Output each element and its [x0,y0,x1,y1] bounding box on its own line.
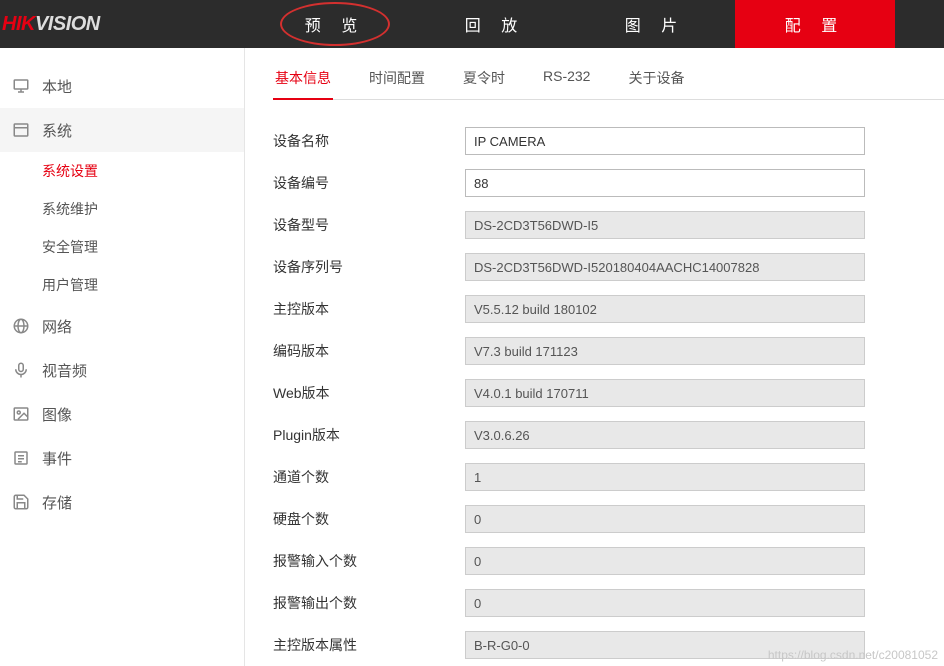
sidebar-sub-system-maintain[interactable]: 系统维护 [0,190,244,228]
nav-config-label: 配 置 [785,12,845,36]
label-alarm-in: 报警输入个数 [273,551,465,571]
label-device-name: 设备名称 [273,131,465,151]
input-plugin [465,421,865,449]
nav-picture[interactable]: 图 片 [575,0,735,48]
content: 基本信息 时间配置 夏令时 RS-232 关于设备 设备名称 设备编号 设备型号… [245,48,944,666]
sidebar: 本地 系统 系统设置 系统维护 安全管理 用户管理 网络 [0,48,245,666]
nav-preview-label: 预 览 [305,12,365,36]
row-alarm-out: 报警输出个数 [273,582,944,624]
tab-label: 夏令时 [463,70,505,86]
row-hdd: 硬盘个数 [273,498,944,540]
input-fw-attr [465,631,865,659]
row-device-no: 设备编号 [273,162,944,204]
row-model: 设备型号 [273,204,944,246]
sidebar-sub-label: 系统设置 [42,161,98,181]
input-alarm-in [465,547,865,575]
input-web [465,379,865,407]
sidebar-sub-system-settings[interactable]: 系统设置 [0,152,244,190]
list-icon [12,449,30,467]
label-encoding: 编码版本 [273,341,465,361]
body: 本地 系统 系统设置 系统维护 安全管理 用户管理 网络 [0,48,944,666]
input-alarm-out [465,589,865,617]
sidebar-item-label: 系统 [42,120,72,141]
sidebar-sub-security[interactable]: 安全管理 [0,228,244,266]
sidebar-sub-label: 用户管理 [42,275,98,295]
window-icon [12,121,30,139]
label-device-no: 设备编号 [273,173,465,193]
label-model: 设备型号 [273,215,465,235]
nav-preview[interactable]: 预 览 [255,0,415,48]
row-encoding: 编码版本 [273,330,944,372]
sidebar-sub-label: 安全管理 [42,237,98,257]
row-web: Web版本 [273,372,944,414]
input-model [465,211,865,239]
image-icon [12,405,30,423]
logo: HIKVISION [0,13,135,36]
row-fw-attr: 主控版本属性 [273,624,944,666]
row-serial: 设备序列号 [273,246,944,288]
sidebar-item-label: 图像 [42,404,72,425]
tab-label: 时间配置 [369,70,425,86]
tab-label: 关于设备 [628,70,684,86]
monitor-icon [12,77,30,95]
label-alarm-out: 报警输出个数 [273,593,465,613]
input-hdd [465,505,865,533]
sidebar-item-storage[interactable]: 存储 [0,480,244,524]
sidebar-item-system[interactable]: 系统 [0,108,244,152]
header: HIKVISION 预 览 回 放 图 片 配 置 [0,0,944,48]
input-serial [465,253,865,281]
label-fw-attr: 主控版本属性 [273,635,465,655]
globe-icon [12,317,30,335]
nav-playback-label: 回 放 [465,12,525,36]
input-encoding [465,337,865,365]
sidebar-item-event[interactable]: 事件 [0,436,244,480]
sidebar-sub-user[interactable]: 用户管理 [0,266,244,304]
sidebar-item-network[interactable]: 网络 [0,304,244,348]
row-device-name: 设备名称 [273,120,944,162]
label-web: Web版本 [273,383,465,403]
sidebar-item-label: 本地 [42,76,72,97]
logo-part-2: VISION [35,13,100,35]
sidebar-item-local[interactable]: 本地 [0,64,244,108]
nav-picture-label: 图 片 [625,12,685,36]
sidebar-item-label: 网络 [42,316,72,337]
input-device-no[interactable] [465,169,865,197]
row-channels: 通道个数 [273,456,944,498]
nav-playback[interactable]: 回 放 [415,0,575,48]
row-plugin: Plugin版本 [273,414,944,456]
label-serial: 设备序列号 [273,257,465,277]
sidebar-sub-label: 系统维护 [42,199,98,219]
input-channels [465,463,865,491]
tab-label: RS-232 [543,68,590,84]
label-channels: 通道个数 [273,467,465,487]
nav-config[interactable]: 配 置 [735,0,895,48]
form: 设备名称 设备编号 设备型号 设备序列号 主控版本 编码版本 [245,100,944,666]
tab-time-config[interactable]: 时间配置 [367,60,427,99]
input-firmware [465,295,865,323]
save-icon [12,493,30,511]
input-device-name[interactable] [465,127,865,155]
sidebar-item-label: 视音频 [42,360,87,381]
sidebar-item-av[interactable]: 视音频 [0,348,244,392]
logo-part-1: HIK [2,13,35,35]
tab-dst[interactable]: 夏令时 [461,60,507,99]
label-plugin: Plugin版本 [273,425,465,445]
label-hdd: 硬盘个数 [273,509,465,529]
top-nav: 预 览 回 放 图 片 配 置 [135,0,944,48]
tab-about[interactable]: 关于设备 [626,60,686,99]
mic-icon [12,361,30,379]
sidebar-item-label: 存储 [42,492,72,513]
tabs: 基本信息 时间配置 夏令时 RS-232 关于设备 [273,60,944,100]
label-firmware: 主控版本 [273,299,465,319]
tab-basic-info[interactable]: 基本信息 [273,60,333,100]
sidebar-item-image[interactable]: 图像 [0,392,244,436]
tab-rs232[interactable]: RS-232 [541,60,592,99]
row-firmware: 主控版本 [273,288,944,330]
tab-label: 基本信息 [275,70,331,86]
sidebar-item-label: 事件 [42,448,72,469]
row-alarm-in: 报警输入个数 [273,540,944,582]
